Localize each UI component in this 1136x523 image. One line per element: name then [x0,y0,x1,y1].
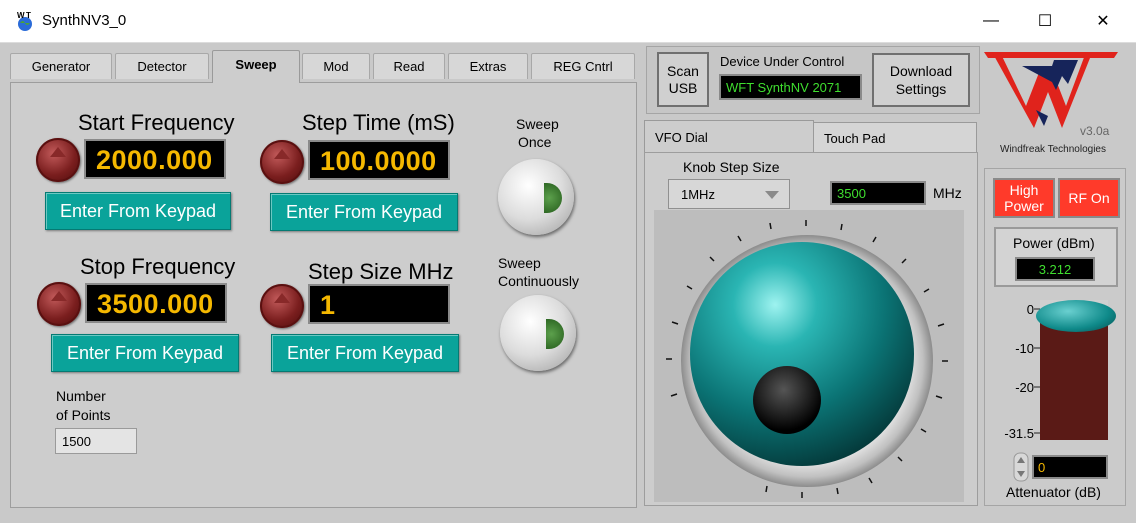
start-frequency-label: Start Frequency [78,110,235,135]
device-under-control-display: WFT SynthNV 2071 [719,74,862,100]
points-label-1: Number [56,388,106,404]
start-frequency-display[interactable]: 2000.000 [84,139,226,179]
title-bar: W T SynthNV3_0 — ☐ ✕ [0,0,1136,43]
high-power-label-1: High [1009,182,1039,198]
step-time-knob[interactable] [260,140,304,184]
tab-detector[interactable]: Detector [115,53,209,79]
knob-step-select[interactable]: 1MHz [668,179,790,209]
step-time-keypad-button[interactable]: Enter From Keypad [270,193,458,231]
device-under-control-label: Device Under Control [720,54,845,69]
points-label-2: of Points [56,407,111,423]
stop-frequency-display[interactable]: 3500.000 [85,283,227,323]
step-size-label: Step Size MHz [308,259,454,284]
knob-step-label: Knob Step Size [683,159,780,175]
vfo-frequency-unit: MHz [933,185,962,201]
step-size-display[interactable]: 1 [308,284,450,324]
vfo-knob[interactable] [690,242,914,466]
step-time-display[interactable]: 100.0000 [308,140,450,180]
step-time-label: Step Time (mS) [302,110,455,135]
scale-label-20: -20 [1015,380,1034,395]
chevron-down-icon [765,191,779,199]
sweep-once-button[interactable] [498,159,574,235]
attenuator-stepper[interactable] [1013,452,1029,482]
step-size-keypad-button[interactable]: Enter From Keypad [271,334,459,372]
scan-usb-button[interactable]: Scan USB [657,52,709,107]
sweep-continuously-button[interactable] [500,295,576,371]
download-label-2: Settings [895,81,947,97]
svg-text:W: W [17,11,25,20]
tab-sweep[interactable]: Sweep [212,50,300,83]
maximize-button[interactable]: ☐ [1016,0,1074,42]
svg-text:T: T [26,11,31,20]
logo-company: Windfreak Technologies [1000,144,1106,155]
high-power-button[interactable]: High Power [993,178,1055,218]
tab-reg-cntrl[interactable]: REG Cntrl [531,53,635,79]
attenuator-display[interactable]: 0 [1032,455,1108,479]
high-power-label-2: Power [1004,198,1044,214]
vfo-dial-area [654,210,964,502]
power-bar-slider[interactable] [1036,300,1116,332]
stop-frequency-label: Stop Frequency [80,254,236,279]
rf-on-button[interactable]: RF On [1058,178,1120,218]
knob-step-value: 1MHz [681,187,715,202]
minimize-button[interactable]: — [962,0,1020,42]
power-bar-track [1036,300,1116,440]
sweep-once-label-2: Once [518,134,552,150]
sweep-continuously-label-1: Sweep [498,255,541,271]
tab-generator[interactable]: Generator [10,53,112,79]
step-size-knob[interactable] [260,284,304,328]
sweep-once-led [544,183,562,213]
tab-read[interactable]: Read [373,53,445,79]
window-title: SynthNV3_0 [42,12,127,29]
tab-mod[interactable]: Mod [302,53,370,79]
tab-touch-pad[interactable]: Touch Pad [813,122,977,153]
stop-frequency-keypad-button[interactable]: Enter From Keypad [51,334,239,372]
sweep-continuously-label-2: Continuously [498,273,579,289]
power-display: 3.212 [1015,257,1095,281]
scan-label-1: Scan [667,62,699,79]
vfo-dial[interactable] [654,210,964,502]
wft-app-icon: W T [17,11,32,31]
logo-version: v3.0a [1080,124,1110,138]
sweep-once-label-1: Sweep [516,116,559,132]
close-button[interactable]: ✕ [1074,0,1132,42]
tab-extras[interactable]: Extras [448,53,528,79]
scale-label-10: -10 [1015,341,1034,356]
start-frequency-knob[interactable] [36,138,80,182]
scan-label-2: USB [668,79,698,96]
power-label: Power (dBm) [1013,235,1095,251]
tab-vfo-dial[interactable]: VFO Dial [644,120,814,153]
stop-frequency-knob[interactable] [37,282,81,326]
scale-label-31-5: -31.5 [1004,426,1034,441]
sweep-continuously-led [546,319,564,349]
knob-finger-hole [753,366,821,434]
points-input[interactable]: 1500 [55,428,137,454]
attenuator-label: Attenuator (dB) [1006,484,1101,500]
download-label-1: Download [889,63,953,79]
download-settings-button[interactable]: Download Settings [872,53,970,107]
vfo-frequency-display[interactable]: 3500 [830,181,926,205]
start-frequency-keypad-button[interactable]: Enter From Keypad [45,192,231,230]
windfreak-logo: v3.0a Windfreak Technologies [982,46,1126,158]
scale-label-0: 0 [1026,302,1034,317]
